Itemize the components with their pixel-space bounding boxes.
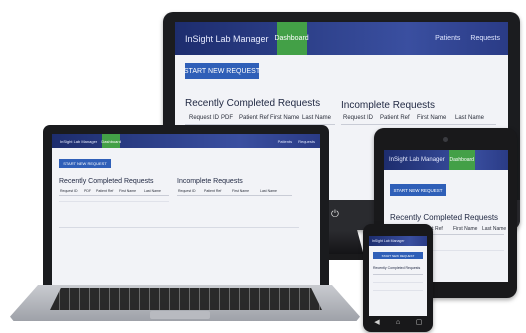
app-brand: InSight Lab Manager (185, 33, 269, 44)
dashboard-tab[interactable]: Dashboard (448, 150, 475, 170)
incomplete-requests-heading: Incomplete Requests (341, 100, 435, 111)
laptop-appbar: InSight Lab Manager Dashboard Patients R… (52, 134, 320, 148)
monitor-appbar: InSight Lab Manager Dashboard Patients R… (175, 22, 508, 55)
tablet-camera-icon (443, 137, 448, 142)
recent-col: Last Name (302, 115, 332, 121)
recent-col: First Name (270, 115, 300, 121)
laptop-screen: InSight Lab Manager Dashboard Patients R… (52, 134, 320, 285)
back-icon[interactable]: ◀ (372, 319, 382, 327)
incomplete-col: First Name (232, 189, 250, 193)
recent-requests-heading: Recently Completed Requests (59, 178, 154, 185)
incomplete-col: Last Name (455, 115, 485, 121)
recent-col: PDF (221, 115, 233, 121)
divider (341, 124, 496, 125)
nav-patients[interactable]: Patients (435, 35, 460, 42)
recent-col: Request ID (60, 189, 78, 193)
home-icon[interactable]: ⌂ (393, 319, 403, 327)
divider (373, 282, 423, 283)
divider (373, 290, 423, 291)
recent-requests-heading: Recently Completed Requests (373, 266, 421, 270)
incomplete-col: Last Name (260, 189, 277, 193)
recent-col: First Name (119, 189, 137, 193)
start-new-request-button[interactable]: START NEW REQUEST (59, 159, 111, 168)
tablet-appbar: InSight Lab Manager Dashboard (384, 150, 508, 170)
app-brand: InSight Lab Manager (60, 138, 98, 144)
divider (59, 195, 169, 196)
phone-screen: InSight Lab Manager START NEW REQUEST Re… (369, 236, 427, 316)
incomplete-col: Request ID (343, 115, 374, 121)
recent-requests-heading: Recently Completed Requests (185, 98, 321, 109)
incomplete-requests-heading: Incomplete Requests (177, 178, 243, 185)
start-new-request-button[interactable]: START NEW REQUEST (390, 184, 446, 196)
incomplete-col: Patient Ref (380, 115, 410, 121)
recent-requests-heading: Recently Completed Requests (390, 213, 499, 222)
power-icon[interactable]: ⏻ (330, 210, 340, 220)
incomplete-col: First Name (417, 115, 447, 121)
recent-col: First Name (453, 226, 478, 232)
recent-col: Last Name (482, 226, 507, 232)
nav-requests[interactable]: Requests (470, 35, 500, 42)
start-new-request-button[interactable]: START NEW REQUEST (373, 252, 423, 259)
laptop-touchpad[interactable] (150, 311, 210, 319)
recent-col: Request ID (189, 115, 220, 121)
divider (59, 201, 169, 202)
nav-requests[interactable]: Requests (298, 139, 315, 144)
nav-patients[interactable]: Patients (278, 139, 292, 144)
recent-col: PDF (84, 189, 91, 193)
app-brand: InSight Lab Manager (389, 157, 445, 163)
recent-apps-icon[interactable]: ▢ (414, 319, 424, 327)
dashboard-tab[interactable]: Dashboard (274, 22, 309, 55)
recent-col: Last Name (144, 189, 161, 193)
phone-appbar: InSight Lab Manager (369, 236, 427, 246)
laptop-keyboard[interactable] (50, 288, 322, 310)
incomplete-col: Request ID (178, 189, 196, 193)
recent-col: Patient Ref (239, 115, 269, 121)
divider (177, 195, 292, 196)
dashboard-tab[interactable]: Dashboard (101, 134, 121, 148)
start-new-request-button[interactable]: START NEW REQUEST (184, 63, 260, 79)
app-brand: InSight Lab Manager (372, 239, 405, 243)
recent-col: Patient Ref (96, 189, 114, 193)
divider (373, 274, 423, 275)
divider (59, 227, 299, 228)
incomplete-col: Patient Ref (204, 189, 222, 193)
